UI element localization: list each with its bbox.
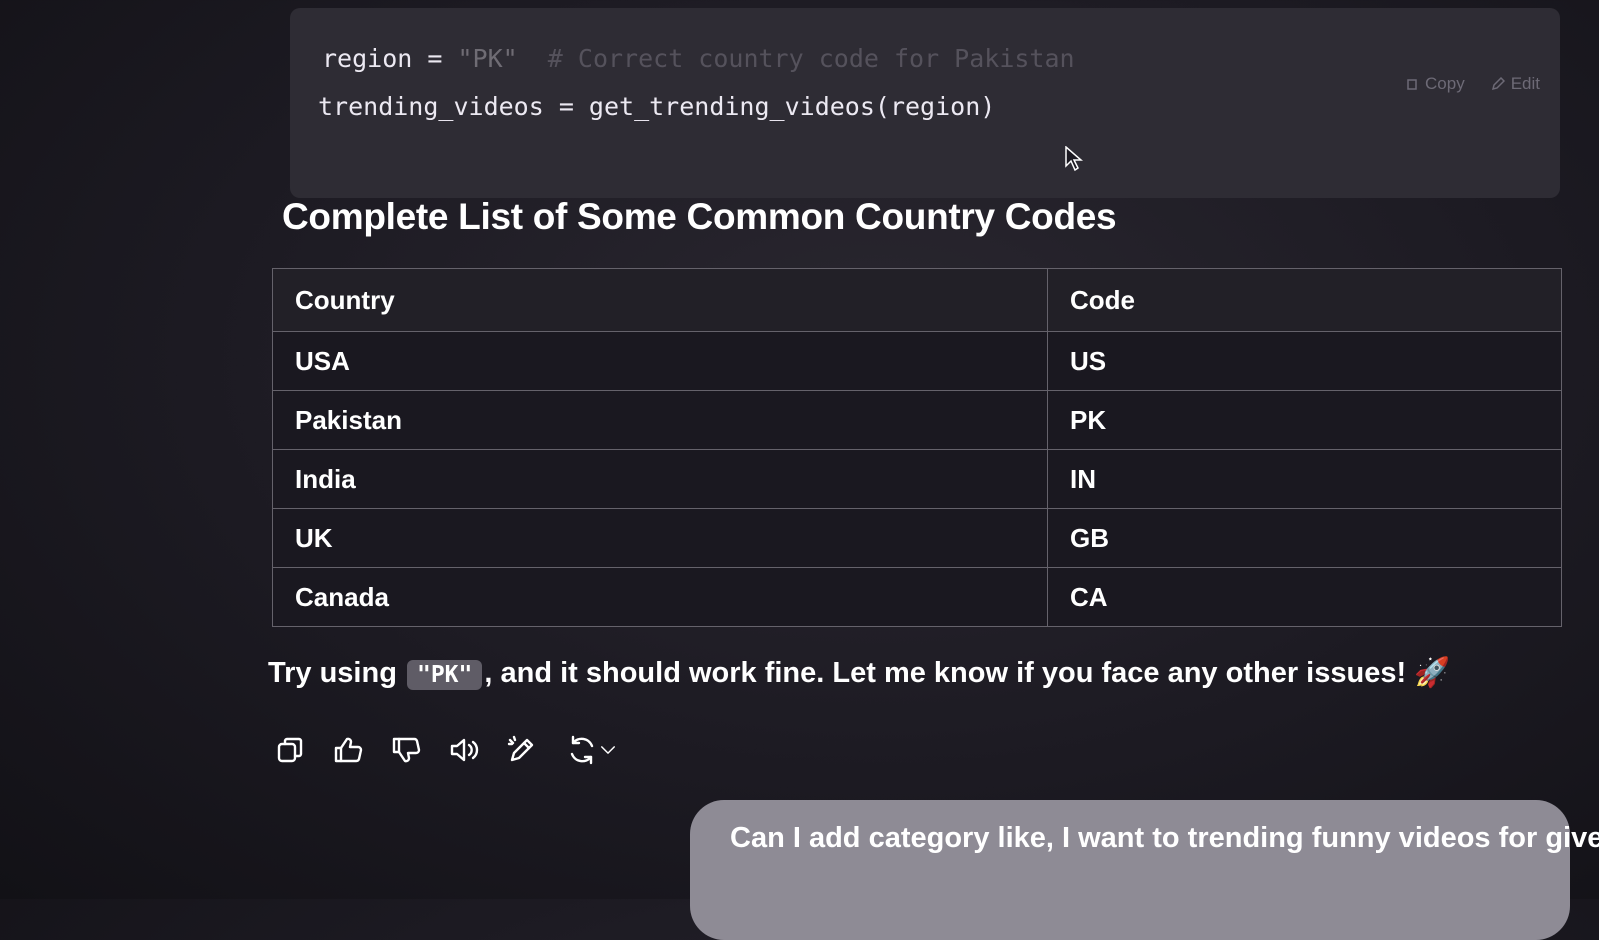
table-row: USA US [272, 331, 1562, 391]
regenerate-icon [570, 735, 594, 765]
message-actions [272, 732, 622, 768]
table-row: UK GB [272, 508, 1562, 568]
header-country: Country [272, 268, 1048, 332]
code-cell: PK [1047, 390, 1562, 450]
code-cell: GB [1047, 508, 1562, 568]
chevron-down-icon [601, 746, 615, 754]
reply-text-start: Try using [268, 657, 405, 689]
copy-button[interactable] [272, 732, 308, 768]
code-line-1: region = "PK" # Correct country code for… [322, 44, 1075, 73]
table-header-row: Country Code [272, 268, 1562, 332]
table-row: Pakistan PK [272, 390, 1562, 450]
table-row: India IN [272, 449, 1562, 509]
thumbs-up-button[interactable] [330, 732, 366, 768]
user-message-text: Can I add category like, I want to trend… [730, 822, 1599, 854]
table-row: Canada CA [272, 567, 1562, 627]
country-cell: UK [272, 508, 1048, 568]
code-cell: CA [1047, 567, 1562, 627]
copy-small-icon [1407, 79, 1417, 90]
copy-icon [277, 737, 303, 763]
inline-code: "PK" [406, 660, 483, 690]
thumbs-down-button[interactable] [388, 732, 424, 768]
country-cell: India [272, 449, 1048, 509]
country-cell: USA [272, 331, 1048, 391]
copy-code-button[interactable]: Copy [1405, 74, 1465, 94]
edit-code-button[interactable]: Edit [1491, 74, 1540, 94]
mouse-cursor-icon [1065, 146, 1083, 172]
assistant-reply-text: Try using "PK", and it should work fine.… [268, 656, 1450, 690]
user-message-bubble: Can I add category like, I want to trend… [690, 800, 1599, 940]
country-cell: Pakistan [272, 390, 1048, 450]
edit-pencil-icon [507, 735, 534, 762]
regenerate-button[interactable] [562, 732, 622, 768]
country-cell: Canada [272, 567, 1048, 627]
edit-label: Edit [1510, 74, 1540, 93]
copy-label: Copy [1425, 74, 1465, 93]
code-string: "PK" [457, 44, 518, 73]
reply-text-end: , and it should work fine. Let me know i… [484, 657, 1451, 689]
code-cell: US [1047, 331, 1562, 391]
speaker-icon [450, 738, 479, 762]
edit-small-icon [1491, 77, 1505, 91]
country-codes-table: Country Code USA US Pakistan PK India IN… [272, 268, 1562, 627]
thumbs-up-icon [334, 737, 363, 763]
code-var: region = [322, 44, 458, 73]
read-aloud-button[interactable] [446, 732, 482, 768]
code-line-2: trending_videos = get_trending_videos(re… [318, 92, 996, 121]
header-code: Code [1047, 268, 1562, 332]
thumbs-down-icon [392, 737, 421, 763]
code-comment: # Correct country code for Pakistan [517, 44, 1075, 73]
code-toolbar: Copy Edit [1405, 74, 1540, 94]
section-title: Complete List of Some Common Country Cod… [282, 196, 1117, 237]
code-cell: IN [1047, 449, 1562, 509]
edit-button[interactable] [504, 732, 540, 768]
